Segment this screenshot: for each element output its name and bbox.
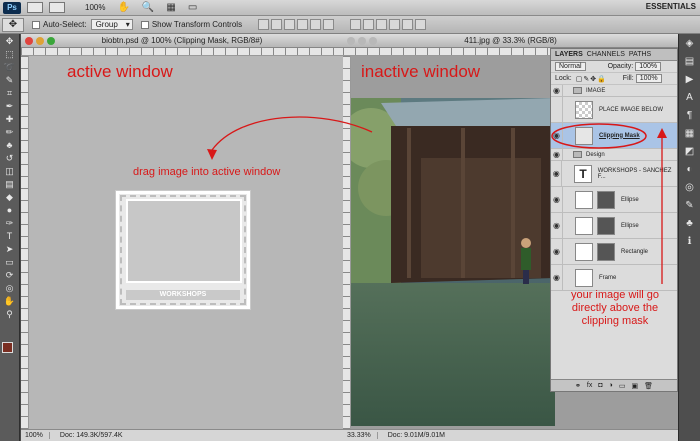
- masks-dock-icon[interactable]: ◎: [682, 182, 698, 196]
- adjustments-dock-icon[interactable]: ◐: [682, 164, 698, 178]
- character-dock-icon[interactable]: A: [682, 92, 698, 106]
- actions-dock-icon[interactable]: ▶: [682, 74, 698, 88]
- info-dock-icon[interactable]: ℹ: [682, 236, 698, 250]
- history-dock-icon[interactable]: ▤: [682, 56, 698, 70]
- swatches-dock-icon[interactable]: ▦: [682, 128, 698, 142]
- clone-source-dock-icon[interactable]: ♣: [682, 218, 698, 232]
- paragraph-dock-icon[interactable]: ¶: [682, 110, 698, 124]
- drag-arrow: [211, 116, 373, 151]
- annotation-arrows: [207, 116, 667, 284]
- brushes-dock-icon[interactable]: ✎: [682, 200, 698, 214]
- mini-bridge-dock-icon[interactable]: ◈: [682, 38, 698, 52]
- photoshop-app: Ps 100% ✋ 🔍 ▦ ▭ ESSENTIALS ✥ Auto-Select…: [0, 0, 700, 441]
- drag-arrow-head: [207, 149, 217, 160]
- up-arrow-head: [657, 128, 667, 138]
- styles-dock-icon[interactable]: ◩: [682, 146, 698, 160]
- panel-dock: ◈ ▤ ▶ A ¶ ▦ ◩ ◐ ◎ ✎ ♣ ℹ: [678, 34, 700, 441]
